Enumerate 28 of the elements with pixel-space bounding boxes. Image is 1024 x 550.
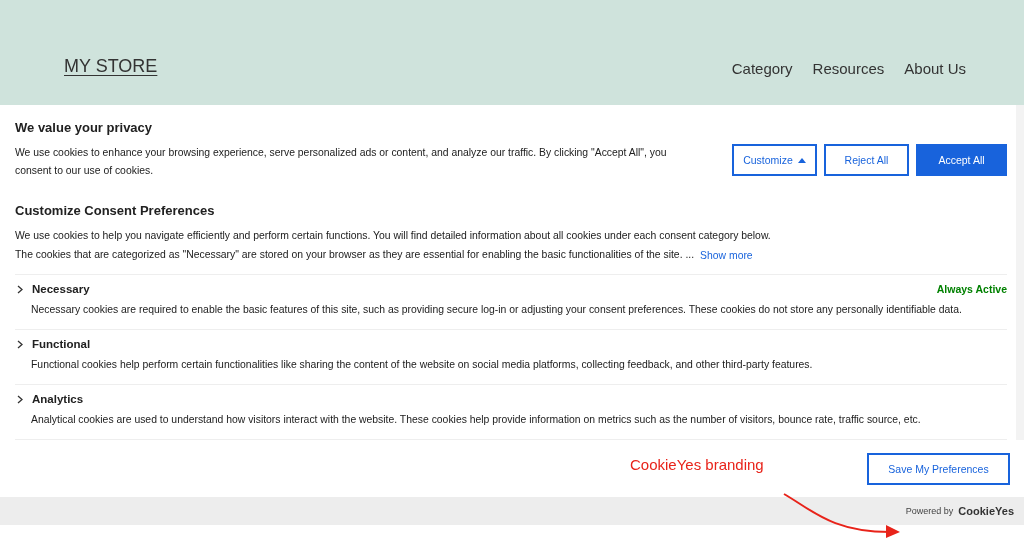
brand-logo: CookieYes — [958, 505, 1014, 517]
banner-text: We use cookies to enhance your browsing experience, serve personalized ads or content, and analyze our traffic. By clicking "Accept All", you consent to our use of cookies. — [15, 146, 668, 178]
category-description: Necessary cookies are required to enable the basic features of this site, such as providing secure log-in or adjusting your consent preferences. These cookies do not store any personally identifiable data. — [31, 303, 963, 317]
chevron-icon[interactable] — [17, 394, 23, 404]
caret-icon — [797, 157, 806, 163]
nav-link[interactable]: About Us — [904, 60, 966, 77]
status-label: Always Active — [936, 283, 1007, 295]
category-description: Functional cookies help perform certain functionalities like sharing the content of the website on social media platforms, collecting feedback, and other third-party features. — [31, 358, 814, 372]
category-title[interactable]: Analytics — [32, 393, 84, 405]
preferences-text: The cookies that are categorized as "Necessary" are stored on your browser as they are essential for enabling the basic functionalities of the site. ... — [15, 248, 695, 262]
chevron-icon[interactable] — [17, 339, 23, 349]
category-title[interactable]: Functional — [32, 338, 91, 350]
nav-link[interactable]: Category — [731, 60, 793, 77]
preferences-text: We use cookies to help you navigate efficiently and perform certain functions. You will find detailed information about all cookies under each consent category below. — [15, 229, 772, 243]
reject-button[interactable]: Reject All — [824, 144, 909, 176]
preferences-title: Customize Consent Preferences — [15, 203, 216, 218]
chevron-icon[interactable] — [17, 284, 23, 294]
annotation-text: CookieYes branding — [630, 456, 764, 473]
store-logo[interactable]: MY STORE — [64, 56, 158, 77]
banner-title: We value your privacy — [15, 120, 154, 135]
show-more-link[interactable]: Show more — [700, 249, 753, 261]
category-description: Analytical cookies are used to understand how visitors interact with the website. These cookies help provide information on metrics such as the number of visitors, bounce rate, traffic source, etc. — [31, 413, 922, 427]
customize-button[interactable]: Customize — [732, 144, 817, 176]
nav-link[interactable]: Resources — [812, 60, 885, 77]
category-title[interactable]: Necessary — [32, 283, 90, 295]
accept-button[interactable]: Accept All — [916, 144, 1007, 176]
powered-by-text: Powered by — [905, 506, 954, 516]
save-preferences-button[interactable]: Save My Preferences — [867, 452, 1010, 485]
